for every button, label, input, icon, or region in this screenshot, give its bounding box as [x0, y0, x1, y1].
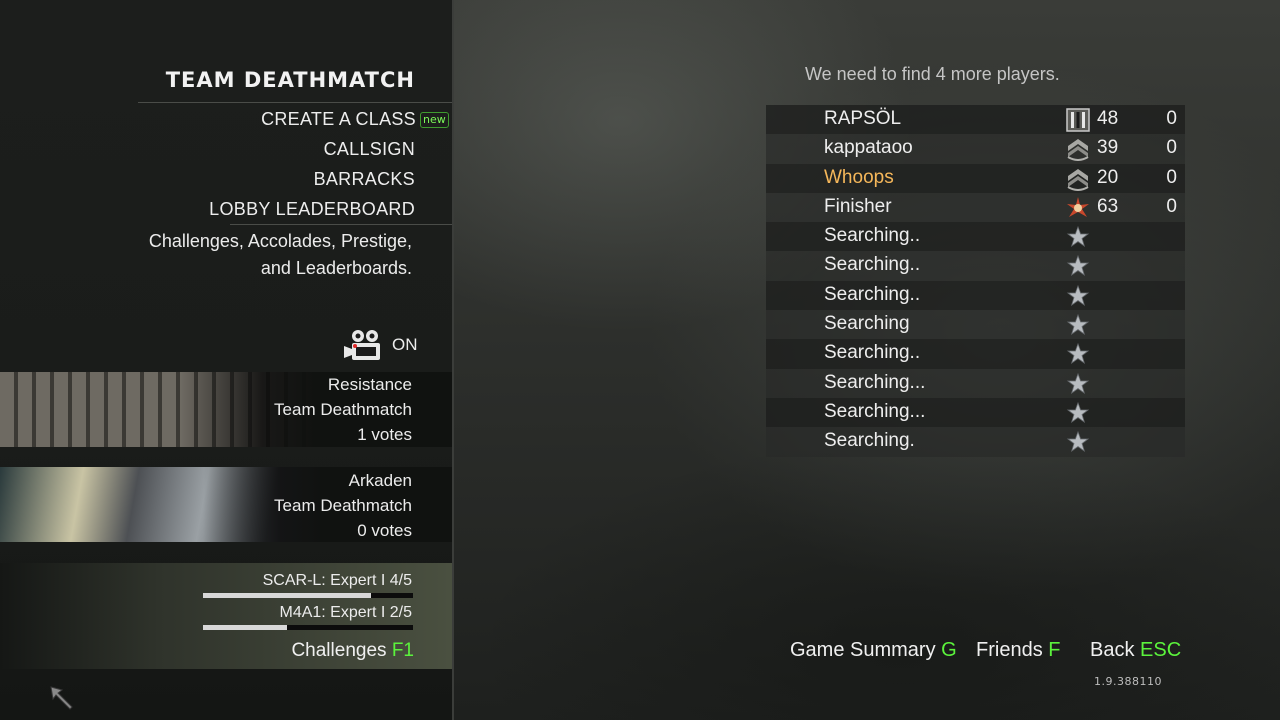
player-row[interactable]: Searching...: [766, 397, 1185, 428]
challenge-progress-fill: [203, 625, 287, 630]
game-mode-title: TEAM DEATHMATCH: [165, 68, 415, 92]
map-name: Arkaden: [348, 471, 412, 490]
menu-description: Challenges, Accolades, Prestige, and Lea…: [120, 228, 412, 282]
player-name: kappataoo: [824, 137, 913, 159]
menu-barracks[interactable]: BARRACKS: [0, 169, 415, 190]
challenges-key: F1: [391, 640, 414, 661]
player-score: 0: [1166, 108, 1177, 129]
player-row[interactable]: Whoops 20 0: [766, 163, 1185, 193]
map-mode: Team Deathmatch: [274, 400, 412, 419]
back-key: ESC: [1140, 639, 1182, 661]
rank-star-icon: [1066, 225, 1090, 249]
player-name: Searching..: [824, 342, 921, 364]
challenge-progress-fill: [203, 593, 371, 598]
player-row[interactable]: Searching..: [766, 339, 1185, 369]
movie-camera-icon[interactable]: [344, 328, 384, 362]
challenges-button[interactable]: Challenges F1: [291, 640, 414, 662]
player-name: RAPSÖL: [824, 108, 902, 129]
matchmaking-status: We need to find 4 more players.: [805, 64, 1060, 84]
player-score: 0: [1166, 166, 1177, 188]
player-row[interactable]: RAPSÖL 48 0: [766, 105, 1185, 135]
rank-star-burst-icon: [1066, 196, 1090, 220]
player-level: 20: [1097, 166, 1119, 188]
challenge-label: M4A1: Expert I 2/5: [279, 604, 412, 621]
player-level: 39: [1097, 137, 1119, 159]
map-vote-card[interactable]: Resistance Team Deathmatch 1 votes: [0, 372, 452, 447]
rank-star-icon: [1066, 313, 1090, 337]
player-level: 63: [1097, 195, 1119, 217]
challenge-label: SCAR-L: Expert I 4/5: [262, 572, 412, 589]
player-name: Finisher: [824, 195, 892, 217]
player-row[interactable]: Searching.: [766, 427, 1185, 457]
player-row[interactable]: Finisher 63 0: [766, 192, 1185, 223]
menu-callsign[interactable]: CALLSIGN: [0, 139, 415, 160]
map-info: Arkaden Team Deathmatch 0 votes: [274, 468, 412, 542]
mouse-cursor-icon: [50, 686, 73, 710]
player-name: Whoops: [824, 166, 894, 188]
player-row[interactable]: Searching..: [766, 222, 1185, 252]
map-info: Resistance Team Deathmatch 1 votes: [274, 372, 412, 447]
player-name: Searching..: [824, 254, 921, 276]
version-number: 1.9.388110: [1094, 675, 1162, 688]
challenge-progress-bar: [203, 593, 413, 598]
player-name: Searching: [824, 313, 910, 335]
player-name: Searching..: [824, 225, 921, 247]
rank-star-icon: [1066, 430, 1090, 454]
friends-button[interactable]: Friends F: [976, 639, 1060, 662]
friends-label: Friends: [976, 639, 1043, 661]
player-list: RAPSÖL 48 0 kappataoo 39 0 Whoops 20 0 Finisher 63…: [766, 105, 1185, 457]
rank-chevron-icon: [1066, 167, 1090, 191]
divider: [230, 224, 452, 225]
left-panel: TEAM DEATHMATCH CREATE A CLASS new CALLS…: [0, 0, 454, 720]
player-name: Searching...: [824, 400, 926, 422]
game-summary-label: Game Summary: [790, 639, 936, 661]
challenges-label: Challenges: [291, 640, 387, 661]
menu-lobby-leaderboard[interactable]: LOBBY LEADERBOARD: [0, 199, 415, 220]
back-label: Back: [1090, 639, 1135, 661]
menu-create-a-class[interactable]: CREATE A CLASS: [0, 109, 416, 130]
rank-star-icon: [1066, 284, 1090, 308]
player-name: Searching.: [824, 430, 915, 452]
player-name: Searching...: [824, 371, 926, 393]
player-row[interactable]: Searching..: [766, 251, 1185, 281]
map-mode: Team Deathmatch: [274, 496, 412, 515]
rank-bars-icon: [1066, 108, 1090, 132]
back-button[interactable]: Back ESC: [1090, 639, 1181, 662]
rank-chevron-icon: [1066, 137, 1090, 162]
new-badge: new: [420, 112, 449, 128]
rank-star-icon: [1066, 372, 1090, 396]
player-score: 0: [1166, 137, 1177, 159]
friends-key: F: [1048, 639, 1061, 661]
player-score: 0: [1166, 195, 1177, 217]
description-line: and Leaderboards.: [260, 258, 412, 278]
map-votes: 1 votes: [357, 425, 412, 444]
challenge-progress-bar: [203, 625, 413, 630]
player-row[interactable]: Searching..: [766, 280, 1185, 311]
player-row[interactable]: Searching: [766, 310, 1185, 340]
description-line: Challenges, Accolades, Prestige,: [148, 231, 412, 251]
game-summary-button[interactable]: Game Summary G: [790, 639, 957, 662]
player-name: Searching..: [824, 283, 921, 305]
rank-star-icon: [1066, 254, 1090, 278]
divider: [138, 102, 452, 103]
rank-star-icon: [1066, 401, 1090, 425]
player-row[interactable]: kappataoo 39 0: [766, 134, 1185, 164]
player-row[interactable]: Searching...: [766, 368, 1185, 398]
theater-mode-state[interactable]: ON: [392, 335, 418, 355]
game-summary-key: G: [941, 639, 957, 661]
player-level: 48: [1097, 108, 1119, 129]
map-votes: 0 votes: [357, 521, 412, 540]
rank-star-icon: [1066, 342, 1090, 366]
map-vote-card[interactable]: Arkaden Team Deathmatch 0 votes: [0, 467, 452, 542]
map-name: Resistance: [327, 375, 412, 394]
